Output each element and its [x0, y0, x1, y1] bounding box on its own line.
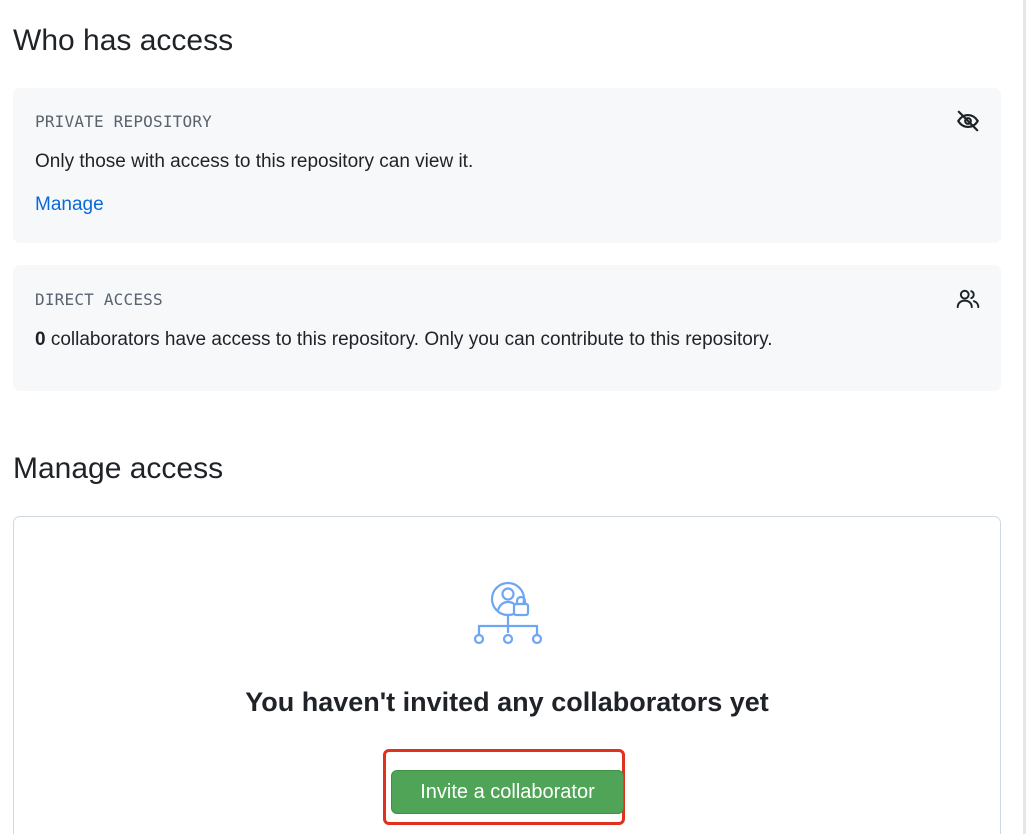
manage-access-title: Manage access	[13, 452, 224, 485]
collaborator-count: 0	[35, 329, 46, 350]
manage-visibility-link[interactable]: Manage	[35, 194, 104, 216]
empty-state-title: You haven't invited any collaborators ye…	[245, 687, 769, 717]
who-has-access-title: Who has access	[13, 24, 234, 57]
people-icon	[956, 289, 980, 309]
direct-access-text: collaborators have access to this reposi…	[45, 329, 773, 350]
private-repository-card: PRIVATE REPOSITORY Only those with acces…	[13, 88, 1001, 243]
private-repository-heading: PRIVATE REPOSITORY	[35, 112, 212, 131]
eye-closed-icon	[957, 110, 979, 132]
private-repository-description: Only those with access to this repositor…	[35, 151, 474, 172]
collaborators-illustration-icon	[473, 581, 543, 645]
manage-access-empty-state: You haven't invited any collaborators ye…	[13, 516, 1001, 834]
invite-collaborator-button[interactable]: Invite a collaborator	[391, 770, 624, 814]
direct-access-heading: DIRECT ACCESS	[35, 290, 163, 309]
direct-access-card: DIRECT ACCESS 0 collaborators have acces…	[13, 265, 1001, 391]
direct-access-description: 0 collaborators have access to this repo…	[35, 329, 773, 351]
page: Who has access PRIVATE REPOSITORY Only t…	[0, 0, 1026, 834]
